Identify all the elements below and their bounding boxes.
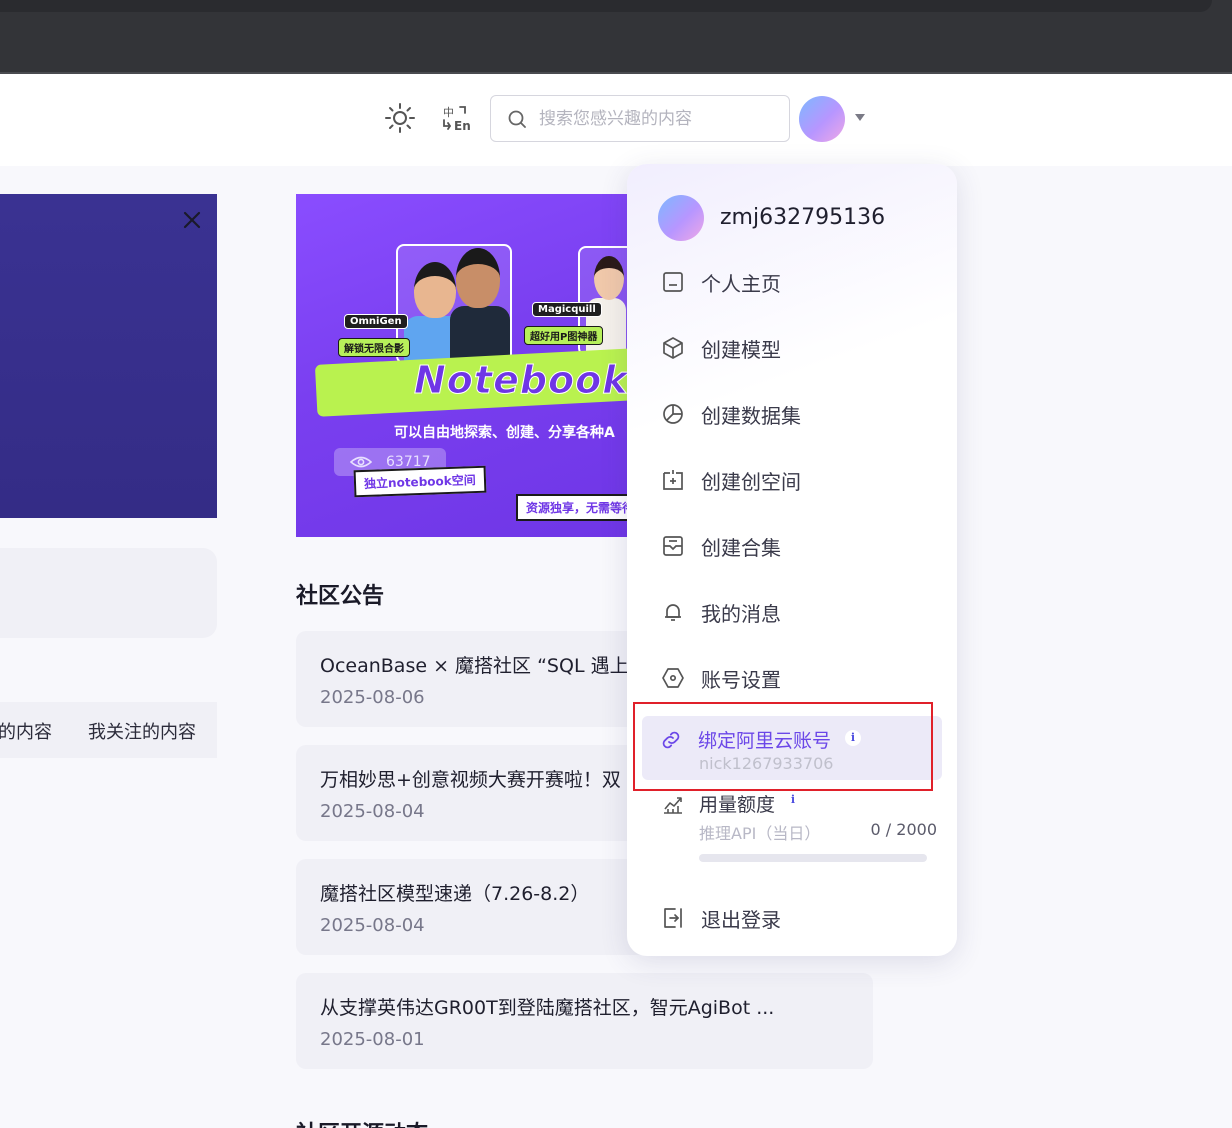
tab-recommended-content[interactable]: 的内容 xyxy=(0,718,52,744)
close-icon[interactable] xyxy=(180,208,204,232)
menu-item-label: 账号设置 xyxy=(701,668,781,692)
username: zmj632795136 xyxy=(720,205,886,230)
browser-chrome xyxy=(0,0,1232,74)
banner-tag: OmniGen xyxy=(344,314,408,329)
tab-following-content[interactable]: 我关注的内容 xyxy=(88,718,196,744)
eye-icon xyxy=(350,456,372,468)
announcement-date: 2025-08-06 xyxy=(320,687,425,708)
usage-progress-bar xyxy=(699,854,927,862)
svg-text:En: En xyxy=(454,119,471,133)
left-banner[interactable] xyxy=(0,194,217,518)
collection-icon xyxy=(663,536,683,556)
usage-quota: 用量额度 i 推理API（当日） 0 / 2000 xyxy=(655,786,937,866)
info-icon[interactable]: i xyxy=(785,792,801,808)
banner-person xyxy=(594,256,624,300)
language-toggle-icon[interactable]: 中 En xyxy=(440,102,472,134)
chart-icon xyxy=(664,797,682,814)
banner-tag: 解锁无限合影 xyxy=(338,338,410,357)
announcement-title: 从支撑英伟达GR00T到登陆魔搭社区，智元AgiBot ... xyxy=(320,997,775,1019)
sun-icon[interactable] xyxy=(384,102,416,134)
add-space-icon xyxy=(663,470,683,490)
search-icon xyxy=(508,110,526,128)
announcement-date: 2025-08-04 xyxy=(320,915,425,936)
cube-icon xyxy=(663,337,683,359)
usage-count: 0 / 2000 xyxy=(870,820,937,839)
pie-chart-icon xyxy=(663,404,683,424)
avatar xyxy=(658,195,704,241)
banner-button: 独立notebook空间 xyxy=(353,465,487,498)
chevron-down-icon[interactable] xyxy=(855,114,865,121)
usage-sub-label: 推理API（当日） xyxy=(699,824,821,843)
logout-icon xyxy=(664,908,682,928)
home-icon xyxy=(663,272,683,292)
menu-item-label: 创建合集 xyxy=(701,536,781,560)
announcement-card[interactable]: 从支撑英伟达GR00T到登陆魔搭社区，智元AgiBot ... 2025-08-… xyxy=(296,973,873,1069)
search-input[interactable] xyxy=(539,104,779,134)
section-title: 社区开源动态 xyxy=(296,1116,428,1128)
svg-text:中: 中 xyxy=(443,106,454,119)
announcement-title: OceanBase × 魔搭社区 “SQL 遇上 xyxy=(320,655,629,677)
logout-label: 退出登录 xyxy=(701,908,781,932)
left-card xyxy=(0,548,217,638)
menu-item-profile[interactable]: 个人主页 xyxy=(655,260,935,304)
usage-label: 用量额度 xyxy=(699,794,776,816)
announcement-date: 2025-08-01 xyxy=(320,1029,425,1050)
menu-item-create-collection[interactable]: 创建合集 xyxy=(655,524,935,568)
bell-icon xyxy=(665,604,681,621)
avatar[interactable] xyxy=(799,96,845,142)
menu-item-messages[interactable]: 我的消息 xyxy=(655,590,935,634)
section-title: 社区公告 xyxy=(296,584,385,609)
menu-item-account-settings[interactable]: 账号设置 xyxy=(655,656,935,700)
announcement-title: 魔搭社区模型速递（7.26-8.2） xyxy=(320,883,590,905)
menu-item-label: 我的消息 xyxy=(701,602,781,626)
banner-subtitle: 可以自由地探索、创建、分享各种A xyxy=(394,425,615,441)
menu-item-label: 创建数据集 xyxy=(701,404,801,428)
logout-button[interactable]: 退出登录 xyxy=(655,896,935,940)
search-box[interactable] xyxy=(490,95,790,142)
browser-tab-strip xyxy=(0,0,1212,12)
banner-person xyxy=(456,248,500,308)
banner-person xyxy=(450,306,510,362)
announcement-title: 万相妙思+创意视频大赛开赛啦！双 xyxy=(320,769,621,791)
announcement-date: 2025-08-04 xyxy=(320,801,425,822)
settings-icon xyxy=(662,668,684,688)
banner-title: Notebook C xyxy=(414,358,627,403)
menu-item-label: 创建创空间 xyxy=(701,470,801,494)
highlight-box xyxy=(633,702,933,791)
promo-banner[interactable]: OmniGen 解锁无限合影 Magicquill 超好用P图神器 Notebo… xyxy=(296,194,627,537)
banner-tag: Magicquill xyxy=(532,302,602,317)
banner-tag: 超好用P图神器 xyxy=(524,326,604,345)
menu-item-create-dataset[interactable]: 创建数据集 xyxy=(655,392,935,436)
menu-item-create-model[interactable]: 创建模型 xyxy=(655,326,935,370)
user-dropdown-menu: zmj632795136 个人主页 创建模型 创建数据集 创建创空间 创建合集 xyxy=(627,164,957,956)
menu-item-label: 个人主页 xyxy=(701,272,781,296)
banner-person xyxy=(414,262,456,318)
menu-item-create-space[interactable]: 创建创空间 xyxy=(655,458,935,502)
menu-item-label: 创建模型 xyxy=(701,338,781,362)
banner-button: 资源独享，无需等待 xyxy=(516,494,627,521)
